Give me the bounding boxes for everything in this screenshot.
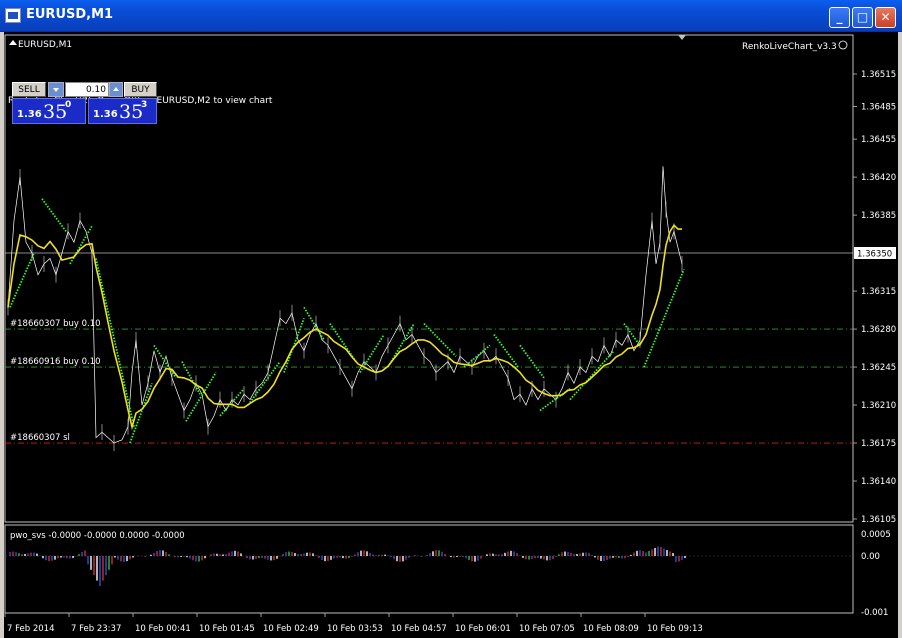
price-tick-label: 1.36140 xyxy=(861,477,896,487)
price-series xyxy=(7,166,683,452)
renko-dot-segment xyxy=(9,252,35,308)
buy-price-sup: 3 xyxy=(141,100,148,110)
time-tick-label: 10 Feb 03:53 xyxy=(327,624,383,634)
app-icon[interactable] xyxy=(5,8,21,23)
time-tick-label: 10 Feb 07:05 xyxy=(519,624,575,634)
buy-price-big: 35 xyxy=(119,101,144,123)
price-tick-label: 1.36210 xyxy=(861,401,896,411)
time-tick-label: 10 Feb 00:41 xyxy=(135,624,191,634)
current-price-label: 1.36350 xyxy=(857,250,892,260)
price-line xyxy=(7,166,683,444)
volume-input[interactable]: 0.10 xyxy=(65,82,109,97)
renko-dot-segment xyxy=(643,269,685,368)
chart-area[interactable]: EURUSD,M1 RenkoLiveChart_v3.3 RenkoLiveC… xyxy=(0,32,902,638)
price-axis: 1.36515 1.36485 1.36455 1.36420 1.36385 1.363… xyxy=(853,70,896,525)
sub-tick-label: 0.00 xyxy=(861,552,880,562)
indicator-label: RenkoLiveChart_v3.3 xyxy=(742,42,837,52)
maximize-button[interactable]: □ xyxy=(852,7,873,28)
price-tick-label: 1.36175 xyxy=(861,439,896,449)
time-tick-label: 10 Feb 04:57 xyxy=(391,624,447,634)
time-tick-label: 10 Feb 02:49 xyxy=(263,624,319,634)
minimize-button[interactable]: _ xyxy=(829,7,850,28)
sell-price-prefix: 1.36 xyxy=(17,109,42,120)
renko-dot-segment xyxy=(623,323,641,346)
collapse-icon[interactable] xyxy=(9,40,17,45)
volume-down-button[interactable] xyxy=(48,82,64,97)
sub-window-label: pwo_svs -0.0000 -0.0000 0.0000 -0.0000 xyxy=(10,531,185,541)
sell-price-big: 35 xyxy=(43,101,68,123)
time-tick-label: 10 Feb 06:01 xyxy=(455,624,511,634)
price-tick-label: 1.36245 xyxy=(861,363,896,373)
buy-price-prefix: 1.36 xyxy=(93,109,118,120)
renko-dot-segment xyxy=(41,198,67,232)
price-tick-label: 1.36385 xyxy=(861,211,896,221)
time-tick-label: 10 Feb 09:13 xyxy=(647,624,703,634)
buy-price-button[interactable]: 1.36 35 3 xyxy=(88,98,157,124)
one-click-trading-panel: SELL 0.10 BUY 1.36 35 0 1.36 35 3 xyxy=(12,82,157,124)
time-tick-label: 10 Feb 08:09 xyxy=(583,624,639,634)
symbol-label: EURUSD,M1 xyxy=(18,40,72,50)
price-tick-label: 1.36455 xyxy=(861,135,896,145)
price-tick-label: 1.36105 xyxy=(861,515,896,525)
time-tick-label: 10 Feb 01:45 xyxy=(199,624,255,634)
smiley-icon xyxy=(838,40,848,50)
sell-price-button[interactable]: 1.36 35 0 xyxy=(12,98,86,124)
price-tick-label: 1.36420 xyxy=(861,173,896,183)
sub-axis: 0.0005 0.00 -0.001 xyxy=(861,530,891,618)
renko-dot-segment xyxy=(95,258,135,427)
moving-average-line xyxy=(7,223,682,431)
renko-trend-dots xyxy=(9,198,685,444)
chart-shift-icon[interactable] xyxy=(678,35,686,40)
order-label: #18660307 buy 0.10 xyxy=(10,319,101,329)
window-title: EURUSD,M1 xyxy=(26,7,114,22)
sub-tick-label: -0.001 xyxy=(861,608,888,618)
oscillator-histogram xyxy=(9,546,686,586)
volume-up-button[interactable] xyxy=(109,82,123,97)
time-tick-label: 7 Feb 2014 xyxy=(7,624,55,634)
order-label: #18660916 buy 0.10 xyxy=(10,357,101,367)
renko-dot-segment xyxy=(519,344,545,379)
price-tick-label: 1.36280 xyxy=(861,325,896,335)
sell-button[interactable]: SELL xyxy=(12,82,46,97)
close-button[interactable]: ✕ xyxy=(875,7,896,28)
price-tick-label: 1.36315 xyxy=(861,287,896,297)
sell-price-sup: 0 xyxy=(65,100,72,110)
title-bar: EURUSD,M1 _ □ ✕ xyxy=(0,0,902,32)
time-tick-label: 7 Feb 23:37 xyxy=(71,624,121,634)
order-label: #18660307 sl xyxy=(10,433,70,443)
sub-tick-label: 0.0005 xyxy=(861,530,891,540)
price-tick-label: 1.36515 xyxy=(861,70,896,80)
buy-button[interactable]: BUY xyxy=(124,82,157,97)
price-tick-label: 1.36485 xyxy=(861,103,896,113)
time-axis: 7 Feb 2014 7 Feb 23:37 10 Feb 00:41 10 Feb … xyxy=(4,613,703,634)
